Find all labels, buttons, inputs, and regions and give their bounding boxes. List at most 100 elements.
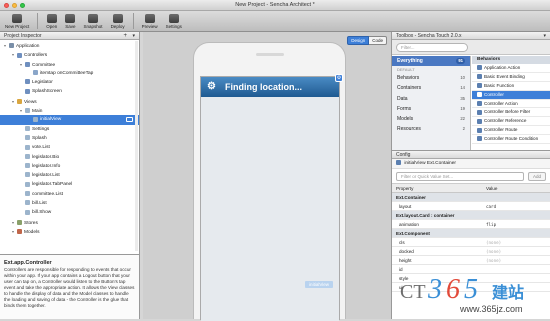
config-property-value[interactable]: (none) (486, 247, 501, 256)
tree-item[interactable]: ▾ Committee (0, 60, 139, 69)
tree-item[interactable]: Splash (0, 134, 139, 143)
toolbar-button-save[interactable]: Save (65, 14, 76, 31)
config-add-button[interactable]: Add (528, 172, 546, 181)
tree-node-icon (25, 200, 30, 206)
toolbox-filter-input[interactable]: Filter... (396, 43, 468, 52)
tree-node-icon (25, 88, 30, 94)
category-forms[interactable]: Forms 19 (392, 104, 470, 114)
window-titlebar: New Project - Sencha Architect * (0, 0, 550, 11)
config-property-row[interactable]: id (392, 265, 550, 274)
category-resources[interactable]: Resources 2 (392, 124, 470, 134)
config-filter-input[interactable]: Filter or Quick Value Set... (396, 172, 524, 181)
zoom-window-button[interactable] (20, 3, 25, 8)
component-icon (477, 91, 482, 97)
toolbox-item[interactable]: Controller Action (472, 100, 550, 109)
inspector-menu-icon[interactable]: ▾ (132, 32, 135, 40)
toolbar-button-label: Save (65, 24, 76, 29)
tree-item[interactable]: legislator.Bio (0, 153, 139, 162)
tree-item[interactable]: itemtap onCommitteeTap (0, 69, 139, 78)
toolbox-item[interactable]: Controller (472, 90, 550, 100)
config-section-header[interactable]: Ext.Container (392, 193, 550, 202)
tree-item-label: Models (24, 229, 40, 235)
tree-item[interactable]: ▾ Views (0, 97, 139, 106)
close-window-button[interactable] (4, 3, 9, 8)
device-speaker (256, 53, 284, 56)
config-property-row[interactable]: animation flip (392, 220, 550, 229)
tree-item[interactable]: legislator.TabPanel (0, 180, 139, 189)
tree-item[interactable]: legislator.List (0, 171, 139, 180)
toolbox-item[interactable]: Basic Event Binding (472, 73, 550, 82)
toolbar-button-preview[interactable]: Preview (142, 14, 158, 31)
tree-item[interactable]: initialView (0, 115, 139, 125)
tree-item[interactable]: ▾ Controllers (0, 50, 139, 59)
toolbox-item[interactable]: Controller Route (472, 126, 550, 136)
tree-item[interactable]: ▾ Main (0, 106, 139, 115)
category-data[interactable]: Data 35 (392, 94, 470, 104)
toolbox-items-header: Behaviors (472, 56, 550, 64)
config-property-name: id (399, 267, 403, 272)
config-property-value[interactable]: (none) (486, 256, 501, 265)
config-property-value[interactable]: flip (486, 220, 496, 229)
config-section-header[interactable]: Ext.Component (392, 229, 550, 238)
tree-node-icon (17, 229, 22, 235)
toolbar-button-snapshot[interactable]: Snapshot (84, 14, 103, 31)
toolbox-item[interactable]: Controller Reference (472, 117, 550, 127)
toolbox-item[interactable]: Basic Function (472, 82, 550, 91)
save-icon (65, 14, 76, 23)
design-canvas[interactable]: Design Code ⚙ Finding location... ⚙ init… (143, 32, 391, 321)
config-section-header[interactable]: Ext.layout.Card : container (392, 211, 550, 220)
config-header: Config (392, 151, 550, 159)
config-property-value[interactable]: (none) (486, 238, 501, 247)
category-everything[interactable]: Everything 91 (392, 56, 470, 67)
tree-item[interactable]: Settings (0, 125, 139, 134)
config-property-row[interactable]: cls (none) (392, 238, 550, 247)
tree-item[interactable]: bill.Show (0, 208, 139, 217)
tree-node-icon (25, 135, 30, 141)
minimize-window-button[interactable] (12, 3, 17, 8)
config-property-row[interactable]: style (392, 274, 550, 283)
open-folder-icon (46, 14, 57, 23)
inspector-add-icon[interactable]: + (123, 32, 127, 40)
window-controls[interactable] (4, 3, 25, 8)
category-behaviors[interactable]: Behaviors 10 (392, 73, 470, 83)
config-property-row[interactable]: height (none) (392, 256, 550, 265)
tree-item[interactable]: bill.List (0, 199, 139, 208)
config-property-value[interactable]: card (486, 202, 496, 211)
tree-item[interactable]: Legislator (0, 78, 139, 87)
category-containers[interactable]: Containers 14 (392, 83, 470, 93)
tree-item[interactable]: committee.List (0, 190, 139, 199)
toolbar-button-deploy[interactable]: Deploy (111, 14, 125, 31)
toolbox-menu-icon[interactable]: ▾ (543, 32, 546, 40)
toolbar-button-settings[interactable]: Settings (166, 14, 182, 31)
view-toggle-icon[interactable] (126, 117, 133, 123)
new-project-icon (12, 14, 23, 23)
column-property[interactable]: Property (396, 184, 413, 193)
tree-item-label: Main (32, 109, 43, 115)
toolbox-item[interactable]: Application Action (472, 64, 550, 73)
component-settings-icon[interactable]: ⚙ (335, 74, 343, 82)
toolbar-button-new-project[interactable]: New Project (5, 14, 29, 31)
tree-item[interactable]: ▾ Stores (0, 218, 139, 227)
deploy-icon (112, 14, 123, 23)
category-label: Behaviors (397, 75, 420, 82)
navigation-bar[interactable]: ⚙ Finding location... (201, 77, 339, 97)
column-value[interactable]: Value (486, 184, 497, 193)
tree-item[interactable]: SplashScreen (0, 87, 139, 96)
window-title: New Project - Sencha Architect * (235, 2, 315, 8)
tree-item[interactable]: ▾ Models (0, 227, 139, 236)
tree-item[interactable]: ▾ Application (0, 41, 139, 50)
toolbox-item[interactable]: Controller Before Filter (472, 108, 550, 118)
toolbar-button-open[interactable]: Open (46, 14, 57, 31)
config-property-row[interactable]: docked (none) (392, 247, 550, 256)
tab-code[interactable]: Code (369, 36, 387, 45)
tree-item[interactable]: vote.List (0, 143, 139, 152)
tree-item[interactable]: legislator.Info (0, 162, 139, 171)
config-title: Config (396, 152, 411, 158)
config-property-row[interactable]: ui (392, 283, 550, 292)
tree-scrollbar[interactable] (135, 41, 138, 251)
config-property-row[interactable]: layout card (392, 202, 550, 211)
toolbox-item[interactable]: Controller Route Condition (472, 135, 550, 145)
device-screen[interactable]: ⚙ Finding location... ⚙ initialView (200, 74, 343, 321)
category-models[interactable]: Models 22 (392, 114, 470, 124)
tab-design[interactable]: Design (347, 36, 370, 45)
